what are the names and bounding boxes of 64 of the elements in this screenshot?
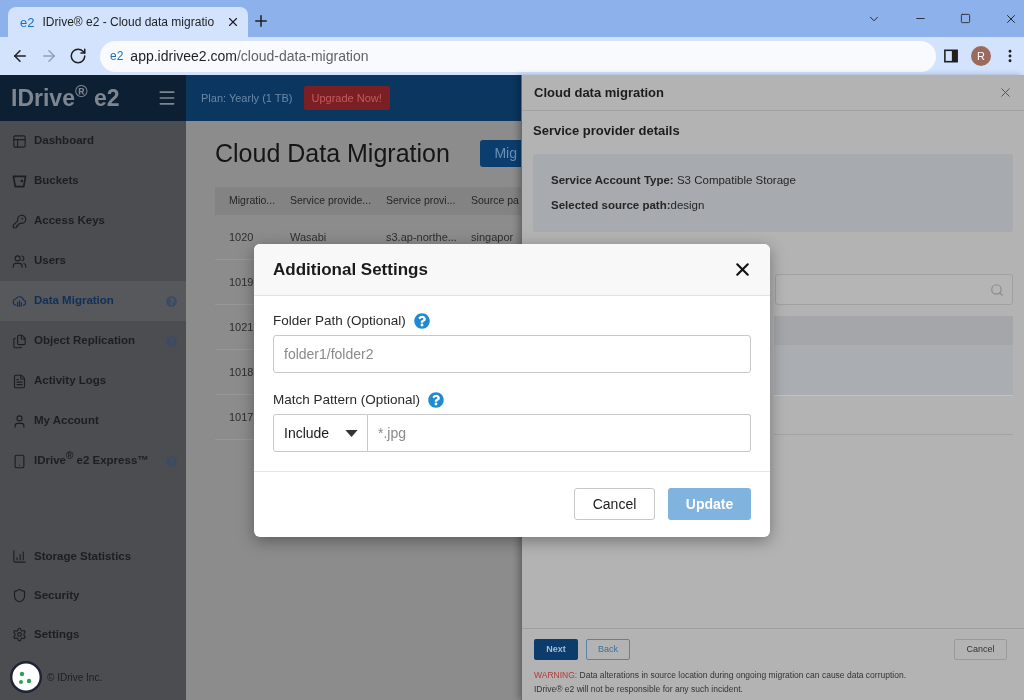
device-icon	[12, 453, 27, 469]
new-tab-icon[interactable]	[252, 12, 270, 30]
address-bar[interactable]: e2 app.idrivee2.com/cloud-data-migration	[100, 40, 936, 72]
cancel-button[interactable]: Cancel	[954, 639, 1007, 660]
bar-chart-icon	[12, 549, 27, 564]
close-icon[interactable]	[226, 15, 240, 29]
table-cell-text: singapor	[470, 229, 515, 245]
maximize-icon[interactable]	[960, 13, 971, 24]
users-icon	[12, 253, 27, 269]
plan-text: Plan: Yearly (1 TB)	[201, 90, 293, 106]
column-header[interactable]: Service provi...	[373, 193, 461, 209]
cancel-button[interactable]: Cancel	[574, 488, 655, 520]
page-title: Cloud Data Migration	[215, 138, 450, 169]
help-icon[interactable]	[428, 392, 445, 408]
search-icon	[990, 282, 1004, 297]
upgrade-button[interactable]: Upgrade Now!	[303, 86, 390, 110]
pattern-select[interactable]: Include	[273, 414, 368, 452]
tab-title: IDrive® e2 - Cloud data migratio	[42, 14, 216, 31]
column-header[interactable]: Migratio...	[215, 193, 277, 209]
back-button[interactable]: Back	[586, 639, 630, 660]
disclaimer-text: IDrive® e2 will not be responsible for any such incident.	[534, 683, 744, 696]
bucket-icon	[12, 173, 27, 189]
dashboard-icon	[12, 133, 27, 149]
table-cell-text: s3.ap-northe...	[385, 229, 458, 245]
caret-icon	[345, 429, 358, 437]
section-title: Service provider details	[533, 122, 681, 140]
user-icon	[12, 413, 27, 429]
key-icon	[12, 213, 27, 229]
search-field[interactable]	[775, 274, 1013, 305]
side-panel-icon[interactable]	[944, 49, 958, 63]
warning-text: WARNING: Data alterations in source location during ongoing migration can cause data corruption.	[534, 669, 908, 682]
table-cell-text: 1021	[228, 319, 255, 335]
site-favicon: e2	[20, 15, 35, 29]
table-cell-text: Wasabi	[289, 229, 328, 245]
next-button[interactable]: Next	[534, 639, 578, 660]
table-cell-text: 1017	[228, 409, 255, 425]
url-text: app.idrivee2.com/cloud-data-migration	[130, 46, 369, 66]
column-header[interactable]: Source pa	[461, 193, 521, 209]
cloud-icon	[12, 293, 27, 309]
field-label: Match Pattern (Optional)	[273, 391, 421, 409]
table-cell-text: 1018	[228, 364, 255, 380]
reload-icon[interactable]	[69, 47, 87, 65]
detail-text: Selected source path:design	[551, 198, 706, 213]
files-icon	[12, 333, 27, 349]
sidebar-item[interactable]: Data Migration	[0, 281, 186, 321]
folder-path-input[interactable]: folder1/folder2	[273, 335, 751, 373]
drawer-title: Cloud data migration	[534, 83, 664, 102]
field-label: Folder Path (Optional)	[273, 312, 406, 330]
site-icon: e2	[110, 50, 124, 62]
document-icon	[12, 373, 27, 389]
cookie-icon[interactable]	[10, 661, 42, 693]
pattern-input[interactable]: *.jpg	[368, 414, 751, 452]
column-header[interactable]: Service provide...	[277, 193, 373, 209]
detail-text: Service Account Type: S3 Compatible Storage	[551, 173, 797, 188]
table-cell-text: 1019	[228, 274, 255, 290]
logo: IDrive$^{®}$ e2	[11, 80, 120, 113]
dialog-title: Additional Settings	[273, 258, 428, 281]
profile-avatar[interactable]: R	[971, 46, 991, 66]
browser-tab[interactable]: e2 IDrive® e2 - Cloud data migratio	[8, 7, 248, 37]
table-cell-text: 1020	[228, 229, 255, 245]
settings-icon	[12, 627, 27, 642]
help-icon[interactable]	[413, 313, 430, 329]
migrate-button[interactable]: Mig	[480, 139, 521, 167]
shield-icon	[12, 588, 27, 603]
